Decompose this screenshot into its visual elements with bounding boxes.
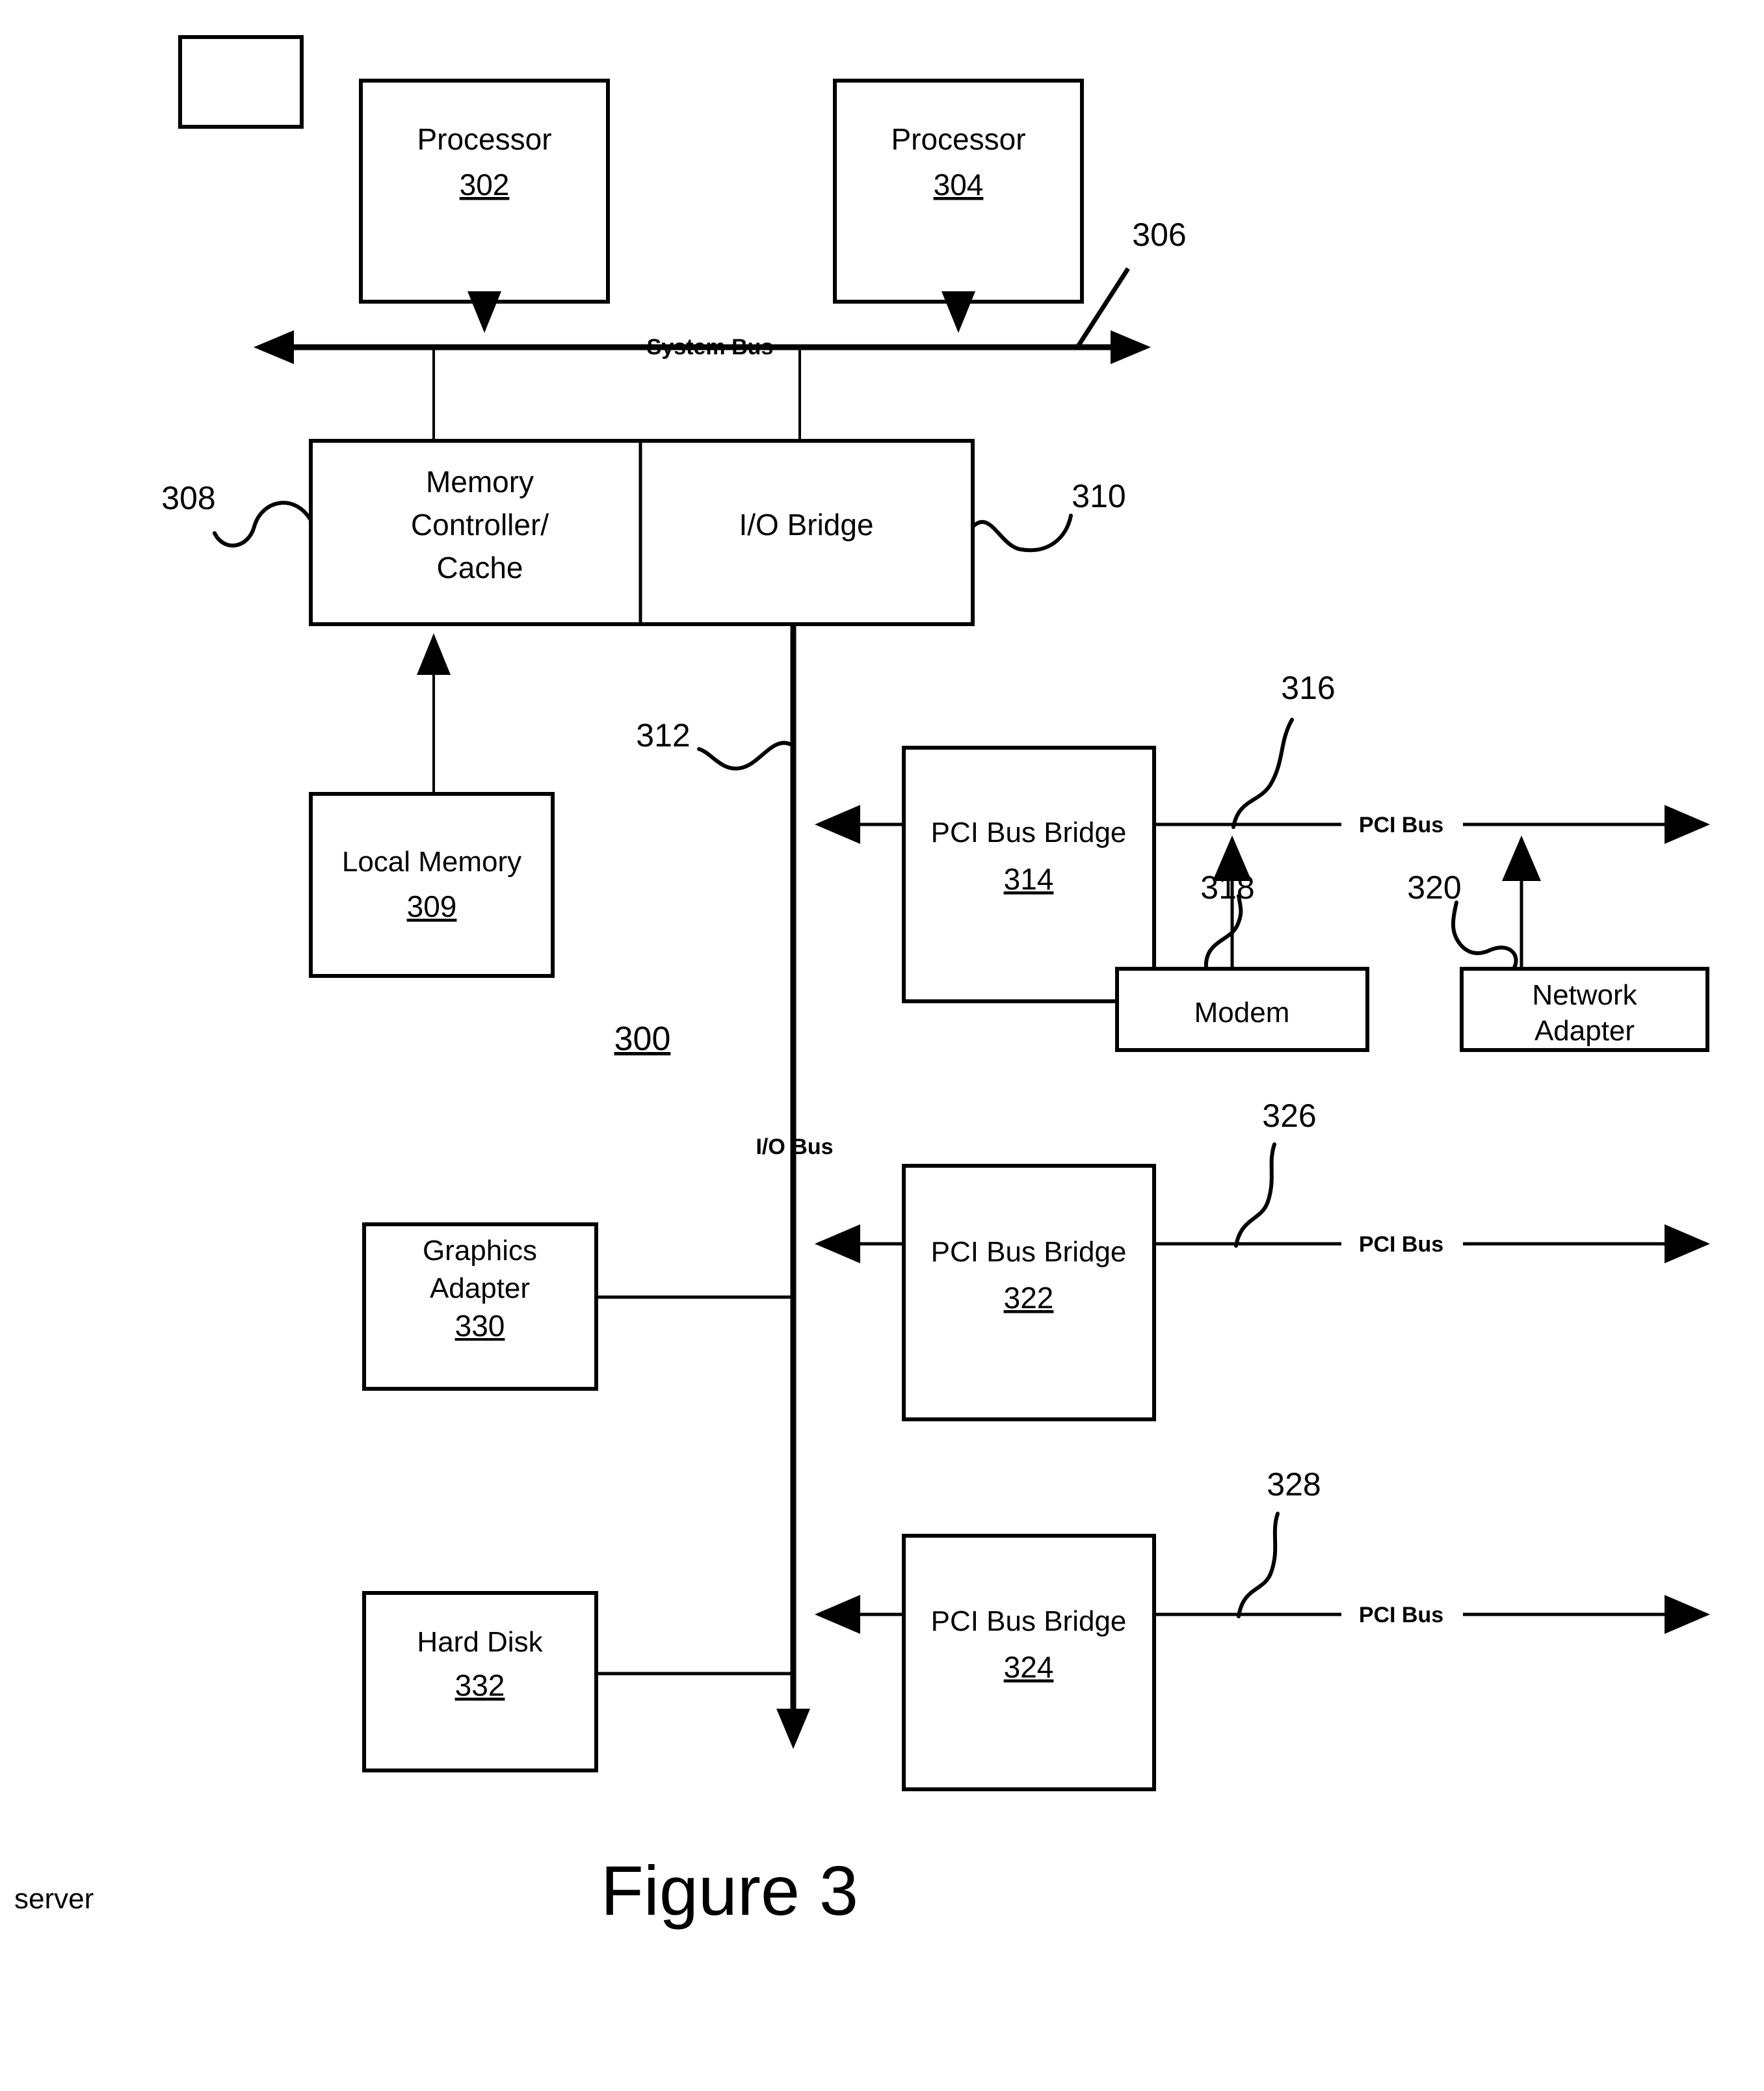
network-adapter-320-title-line1: Network xyxy=(1532,979,1637,1011)
system-bus-label: System Bus xyxy=(647,335,774,360)
graphics-adapter-330-title-line2: Adapter xyxy=(430,1272,530,1304)
reference-318-leader xyxy=(1204,894,1243,971)
hard-disk-332-title: Hard Disk xyxy=(417,1626,543,1658)
pci-bus-1-label: PCI Bus xyxy=(1359,813,1443,837)
graphics-adapter-330-box-lower xyxy=(362,1341,598,1391)
reference-308-leader xyxy=(213,501,313,548)
graphics-adapter-330-title-line1: Graphics xyxy=(423,1235,537,1267)
reference-328-label: 328 xyxy=(1267,1466,1321,1503)
reference-312-label: 312 xyxy=(636,717,690,754)
patent-figure-svg: Processor 302 Processor 304 System Bus 3… xyxy=(14,35,1710,1930)
pci-bus-bridge-314-title: PCI Bus Bridge xyxy=(931,817,1127,848)
reference-328-leader xyxy=(1237,1512,1280,1618)
reference-326-leader xyxy=(1234,1142,1276,1248)
local-memory-309-box xyxy=(309,792,555,978)
pci-bus-2-label: PCI Bus xyxy=(1359,1232,1443,1257)
reference-318-label: 318 xyxy=(1200,869,1254,906)
graphics-adapter-330-number: 330 xyxy=(455,1309,505,1343)
reference-310-leader xyxy=(971,514,1073,553)
network-adapter-320-title-line2: Adapter xyxy=(1534,1015,1635,1047)
pci-bus-bridge-322-title: PCI Bus Bridge xyxy=(931,1236,1127,1268)
modem-318-title: Modem xyxy=(1194,997,1290,1029)
io-bridge-title: I/O Bridge xyxy=(739,508,873,542)
io-bus-bottom-arrowhead xyxy=(776,1709,810,1749)
io-bus-label: I/O Bus xyxy=(756,1135,833,1159)
system-reference-300: 300 xyxy=(614,1020,671,1058)
memory-controller-title-line3: Cache xyxy=(437,551,523,585)
local-memory-309-number: 309 xyxy=(407,889,457,923)
pci-bus-bridge-322-number: 322 xyxy=(1004,1281,1054,1315)
memory-controller-title-line2: Controller/ xyxy=(411,508,549,542)
figure-annotation-server: server xyxy=(14,1883,94,1915)
figure-caption: Figure 3 xyxy=(601,1851,858,1930)
pci-bus-3-label: PCI Bus xyxy=(1359,1603,1443,1627)
reference-320-leader xyxy=(1451,901,1518,971)
reference-320-label: 320 xyxy=(1407,869,1461,906)
reference-308-label: 308 xyxy=(161,480,215,516)
pci-bus-bridge-314-number: 314 xyxy=(1004,862,1054,896)
system-bus-right-arrowhead xyxy=(1111,330,1151,364)
hard-disk-332-number: 332 xyxy=(455,1668,505,1702)
reference-316-label: 316 xyxy=(1281,670,1335,706)
figure-page: Processor 302 Processor 304 System Bus 3… xyxy=(0,0,1764,2091)
pci-bus-bridge-324-number: 324 xyxy=(1004,1650,1054,1684)
processor-304-number: 304 xyxy=(934,168,984,202)
reference-306-label: 306 xyxy=(1132,217,1186,253)
local-memory-309-title: Local Memory xyxy=(342,846,521,878)
memory-controller-title-line1: Memory xyxy=(426,465,534,499)
processor-302-number: 302 xyxy=(460,168,510,202)
processor-302-title: Processor xyxy=(417,122,551,156)
system-bus-left-arrowhead xyxy=(254,330,294,364)
reference-310-label: 310 xyxy=(1072,478,1126,514)
hard-disk-332-box-lower xyxy=(362,1711,598,1772)
reference-326-label: 326 xyxy=(1262,1098,1316,1134)
pci-bus-bridge-324-title: PCI Bus Bridge xyxy=(931,1605,1127,1637)
reference-316-leader xyxy=(1231,718,1294,829)
reference-312-leader xyxy=(697,741,795,771)
processor-304-title: Processor xyxy=(891,122,1025,156)
diagram-body: Processor 302 Processor 304 System Bus 3… xyxy=(14,79,1710,1930)
block-processor-302 xyxy=(178,35,304,129)
